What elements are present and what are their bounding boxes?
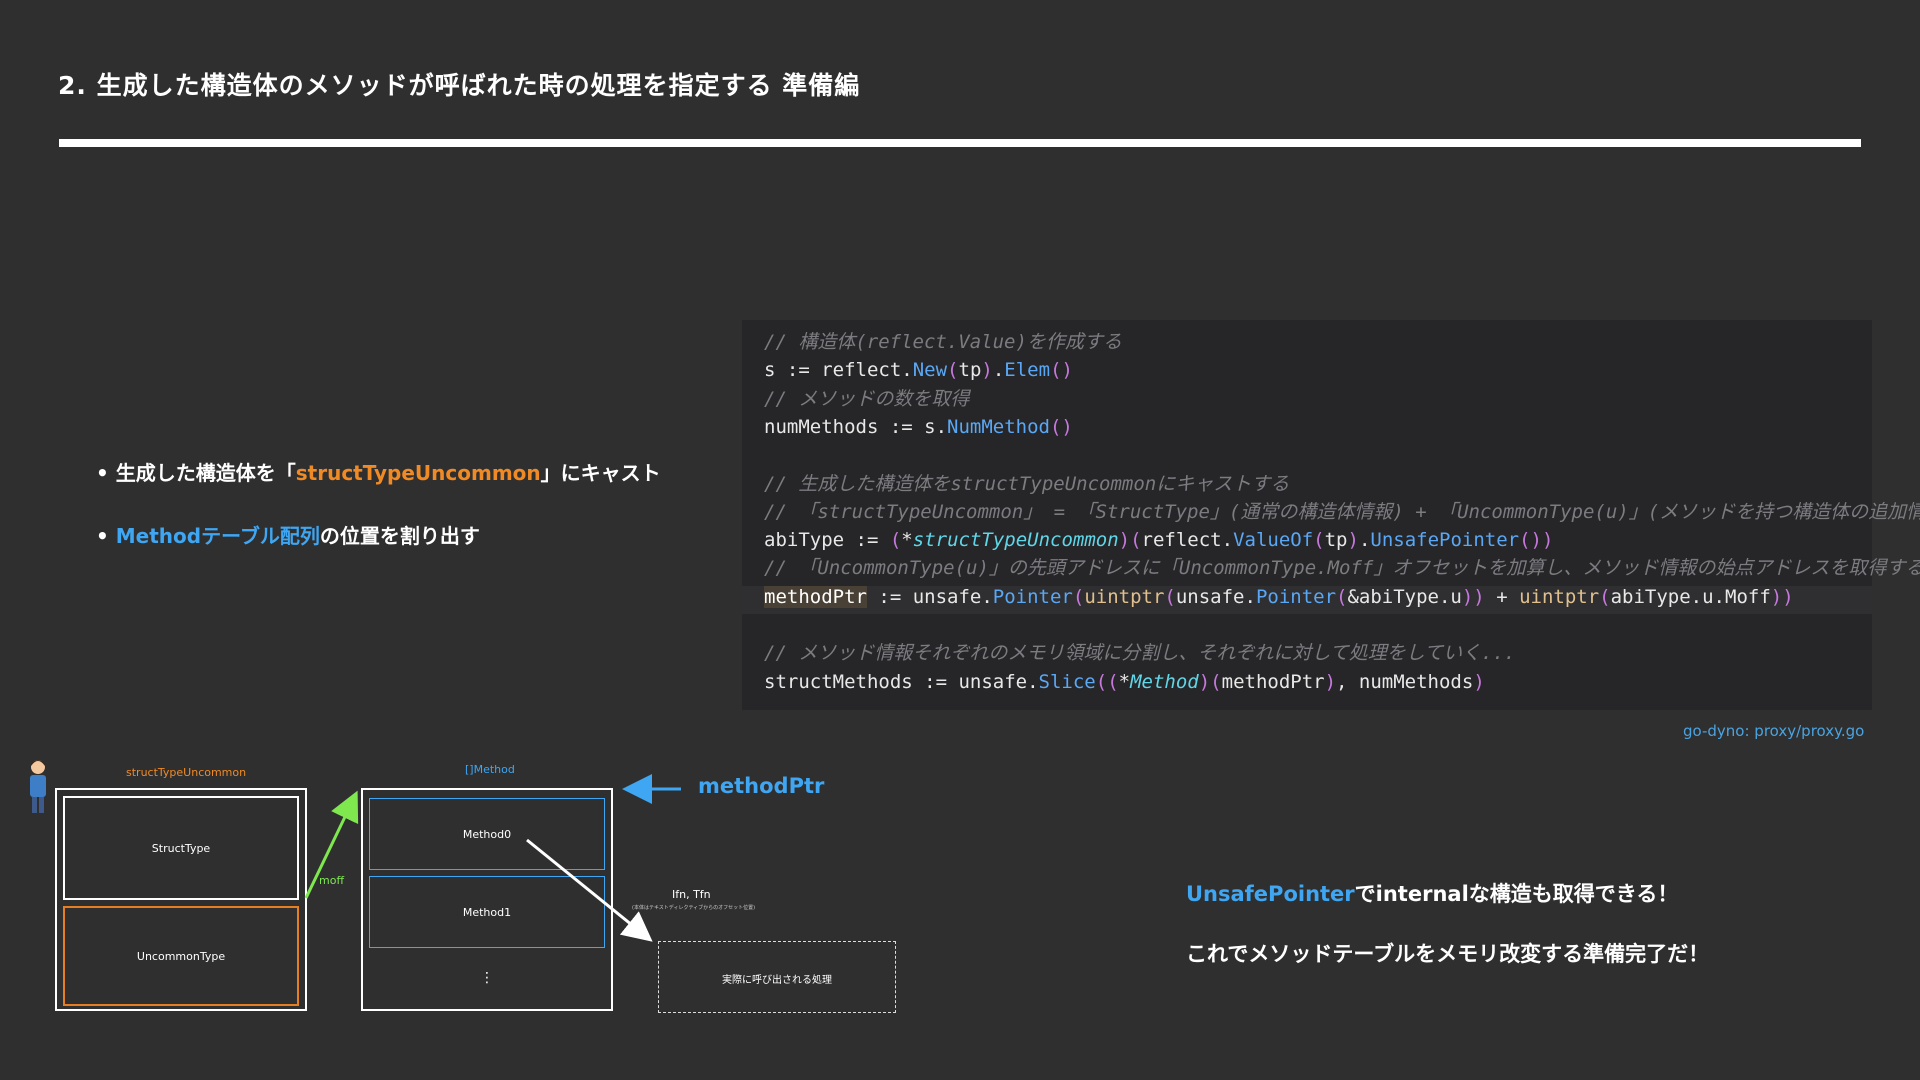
conclusion-text: な構造も取得できる！ [1468, 882, 1679, 906]
method-call-arrow [526, 838, 653, 942]
conclusion-line-2: これでメソッドテーブルをメモリ改変する準備完了だ！ [1186, 942, 1710, 966]
conclusion-line-1: UnsafePointerでinternalな構造も取得できる！ [1186, 878, 1678, 908]
moff-arrow [304, 790, 359, 899]
conclusion-text: で [1354, 882, 1376, 906]
conclusion-highlight: UnsafePointer [1186, 882, 1355, 906]
diagram-arrows [304, 774, 681, 942]
conclusion-highlight-internal: internal [1375, 882, 1469, 906]
